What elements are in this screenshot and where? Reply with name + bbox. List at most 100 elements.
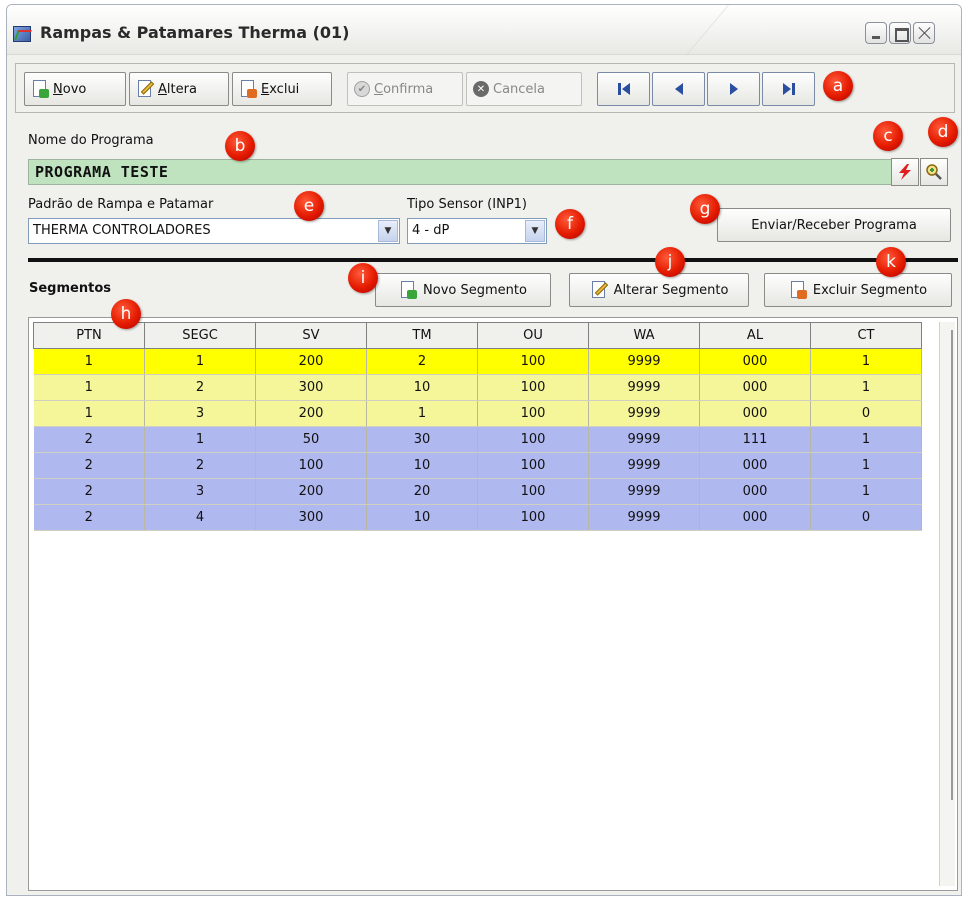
minimize-button[interactable] [865, 22, 887, 44]
table-cell-al[interactable]: 000 [699, 504, 811, 531]
vertical-scrollbar[interactable] [939, 322, 955, 886]
table-cell-tm[interactable]: 2 [366, 348, 478, 375]
send-program-button[interactable] [891, 158, 919, 186]
table-cell-ou[interactable]: 100 [477, 426, 589, 453]
confirma-button[interactable]: ✔ Confirma [347, 72, 463, 106]
first-record-button[interactable] [597, 72, 650, 106]
program-name-field[interactable]: PROGRAMA TESTE [28, 159, 892, 185]
sensor-type-select[interactable]: 4 - dP ▼ [407, 218, 547, 244]
table-cell-ct[interactable]: 1 [810, 348, 922, 375]
table-cell-al[interactable]: 000 [699, 452, 811, 479]
table-cell-sv[interactable]: 200 [255, 478, 367, 505]
table-cell-al[interactable]: 000 [699, 348, 811, 375]
table-cell-ct[interactable]: 1 [810, 478, 922, 505]
table-row[interactable]: 1 3 200 1 100 9999 000 0 [33, 400, 922, 427]
table-cell-segc[interactable]: 3 [144, 400, 256, 427]
new-segment-button[interactable]: Novo Segmento [375, 273, 551, 307]
table-cell-wa[interactable]: 9999 [588, 426, 700, 453]
table-cell-tm[interactable]: 30 [366, 426, 478, 453]
table-cell-tm[interactable]: 20 [366, 478, 478, 505]
column-header-tm[interactable]: TM [366, 322, 478, 349]
table-cell-sv[interactable]: 200 [255, 348, 367, 375]
table-cell-ptn[interactable]: 2 [33, 426, 145, 453]
table-cell-sv[interactable]: 200 [255, 400, 367, 427]
main-window: Rampas & Patamares Therma (01) Novo Alte… [6, 4, 962, 896]
table-row[interactable]: 2 3 200 20 100 9999 000 1 [33, 478, 922, 505]
column-header-ou[interactable]: OU [477, 322, 589, 349]
table-cell-ou[interactable]: 100 [477, 400, 589, 427]
table-row[interactable]: 2 1 50 30 100 9999 111 1 [33, 426, 922, 453]
table-cell-al[interactable]: 000 [699, 478, 811, 505]
column-header-ct[interactable]: CT [810, 322, 922, 349]
maximize-button[interactable] [889, 22, 911, 44]
table-cell-al[interactable]: 000 [699, 400, 811, 427]
record-toolbar: Novo Altera Exclui ✔ Confirma ✕ Cancela [15, 63, 955, 113]
table-row[interactable]: 2 2 100 10 100 9999 000 1 [33, 452, 922, 479]
table-cell-wa[interactable]: 9999 [588, 374, 700, 401]
table-cell-tm[interactable]: 10 [366, 374, 478, 401]
table-cell-tm[interactable]: 10 [366, 504, 478, 531]
table-cell-ou[interactable]: 100 [477, 348, 589, 375]
table-cell-segc[interactable]: 2 [144, 452, 256, 479]
table-cell-ou[interactable]: 100 [477, 374, 589, 401]
column-header-al[interactable]: AL [699, 322, 811, 349]
column-header-sv[interactable]: SV [255, 322, 367, 349]
last-record-button[interactable] [762, 72, 815, 106]
table-cell-wa[interactable]: 9999 [588, 348, 700, 375]
table-cell-segc[interactable]: 1 [144, 348, 256, 375]
table-cell-sv[interactable]: 300 [255, 374, 367, 401]
table-cell-wa[interactable]: 9999 [588, 504, 700, 531]
table-cell-ptn[interactable]: 2 [33, 478, 145, 505]
table-cell-wa[interactable]: 9999 [588, 400, 700, 427]
table-row[interactable]: 2 4 300 10 100 9999 000 0 [33, 504, 922, 531]
column-header-wa[interactable]: WA [588, 322, 700, 349]
table-cell-ct[interactable]: 1 [810, 426, 922, 453]
table-cell-al[interactable]: 000 [699, 374, 811, 401]
table-cell-segc[interactable]: 3 [144, 478, 256, 505]
edit-segment-button[interactable]: Alterar Segmento [569, 273, 749, 307]
delete-segment-button[interactable]: Excluir Segmento [764, 273, 952, 307]
table-cell-sv[interactable]: 50 [255, 426, 367, 453]
scrollbar-track[interactable] [942, 330, 953, 800]
close-button[interactable] [913, 22, 935, 44]
send-receive-program-button[interactable]: Enviar/Receber Programa [717, 208, 951, 242]
table-cell-sv[interactable]: 100 [255, 452, 367, 479]
novo-button[interactable]: Novo [24, 72, 126, 106]
ramp-pattern-select[interactable]: THERMA CONTROLADORES ▼ [28, 218, 400, 244]
previous-record-button[interactable] [652, 72, 705, 106]
title-bar[interactable]: Rampas & Patamares Therma (01) [7, 5, 961, 55]
table-cell-ptn[interactable]: 1 [33, 374, 145, 401]
table-cell-ptn[interactable]: 2 [33, 452, 145, 479]
cancela-button[interactable]: ✕ Cancela [466, 72, 582, 106]
exclui-button[interactable]: Exclui [232, 72, 332, 106]
table-cell-ptn[interactable]: 1 [33, 400, 145, 427]
table-cell-wa[interactable]: 9999 [588, 452, 700, 479]
table-cell-ct[interactable]: 1 [810, 452, 922, 479]
table-cell-tm[interactable]: 10 [366, 452, 478, 479]
table-cell-ptn[interactable]: 2 [33, 504, 145, 531]
new-document-icon [31, 79, 49, 99]
table-cell-ct[interactable]: 0 [810, 400, 922, 427]
altera-button[interactable]: Altera [129, 72, 229, 106]
table-row[interactable]: 1 2 300 10 100 9999 000 1 [33, 374, 922, 401]
table-cell-ou[interactable]: 100 [477, 504, 589, 531]
table-cell-al[interactable]: 111 [699, 426, 811, 453]
segments-grid[interactable]: PTN SEGC SV TM OU WA AL CT 1 1 200 2 100 9999 000 1 1 2 3… [28, 317, 958, 891]
table-cell-tm[interactable]: 1 [366, 400, 478, 427]
table-row[interactable]: 1 1 200 2 100 9999 000 1 [33, 348, 922, 375]
table-cell-segc[interactable]: 4 [144, 504, 256, 531]
table-cell-segc[interactable]: 2 [144, 374, 256, 401]
chevron-down-icon[interactable]: ▼ [378, 220, 398, 242]
table-cell-ct[interactable]: 0 [810, 504, 922, 531]
chevron-down-icon[interactable]: ▼ [525, 220, 545, 242]
table-cell-ou[interactable]: 100 [477, 452, 589, 479]
search-program-button[interactable] [920, 158, 948, 186]
next-record-button[interactable] [707, 72, 760, 106]
table-cell-sv[interactable]: 300 [255, 504, 367, 531]
table-cell-ou[interactable]: 100 [477, 478, 589, 505]
column-header-segc[interactable]: SEGC [144, 322, 256, 349]
table-cell-wa[interactable]: 9999 [588, 478, 700, 505]
table-cell-segc[interactable]: 1 [144, 426, 256, 453]
table-cell-ptn[interactable]: 1 [33, 348, 145, 375]
table-cell-ct[interactable]: 1 [810, 374, 922, 401]
